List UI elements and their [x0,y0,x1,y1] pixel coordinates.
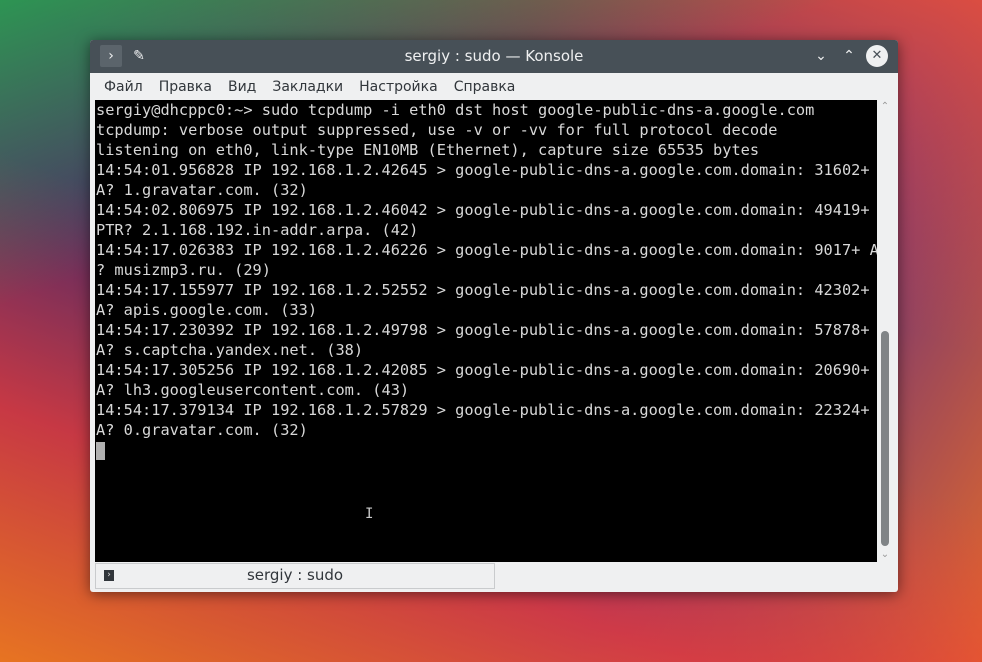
terminal-line: 14:54:17.155977 IP 192.168.1.2.52552 > g… [96,281,870,299]
terminal-line: listening on eth0, link-type EN10MB (Eth… [96,141,760,159]
menu-file[interactable]: Файл [96,79,151,95]
terminal-line: 14:54:02.806975 IP 192.168.1.2.46042 > g… [96,201,870,219]
menu-help[interactable]: Справка [446,79,524,95]
terminal-line: 14:54:01.956828 IP 192.168.1.2.42645 > g… [96,161,870,179]
terminal-output[interactable]: sergiy@dhcppc0:~> sudo tcpdump -i eth0 d… [95,100,877,562]
terminal-line: sergiy@dhcppc0:~> sudo tcpdump -i eth0 d… [96,101,815,119]
scrollbar[interactable]: ⌃ ⌄ [877,100,893,562]
terminal-line: ? musizmp3.ru. (29) [96,261,271,279]
title-bar[interactable]: › ✎ sergiy : sudo — Konsole ⌄ ⌃ ✕ [90,40,898,73]
scroll-down-icon[interactable]: ⌄ [877,548,893,562]
terminal-line: PTR? 2.1.168.192.in-addr.arpa. (42) [96,221,419,239]
tab-bar: › sergiy : sudo [95,562,893,589]
scrollbar-thumb[interactable] [881,331,889,546]
terminal-line: A? 0.gravatar.com. (32) [96,421,308,439]
menu-settings[interactable]: Настройка [351,79,446,95]
konsole-window: › ✎ sergiy : sudo — Konsole ⌄ ⌃ ✕ Файл П… [90,40,898,592]
terminal-line: 14:54:17.230392 IP 192.168.1.2.49798 > g… [96,321,870,339]
window-title: sergiy : sudo — Konsole [404,47,584,65]
minimize-button[interactable]: ⌄ [810,45,832,67]
terminal-line: A? s.captcha.yandex.net. (38) [96,341,364,359]
tab-session[interactable]: › sergiy : sudo [95,563,495,589]
terminal-line: 14:54:17.305256 IP 192.168.1.2.42085 > g… [96,361,870,379]
menu-edit[interactable]: Правка [151,79,220,95]
text-cursor-ibeam-icon: I [365,506,374,522]
terminal-line: 14:54:17.379134 IP 192.168.1.2.57829 > g… [96,401,870,419]
prompt-line [95,440,877,460]
terminal-line: A? apis.google.com. (33) [96,301,318,319]
tab-label: sergiy : sudo [246,566,344,584]
close-button[interactable]: ✕ [866,45,888,67]
menu-bookmarks[interactable]: Закладки [264,79,351,95]
menu-bar: Файл Правка Вид Закладки Настройка Справ… [90,73,898,100]
terminal-line: A? lh3.googleusercontent.com. (43) [96,381,410,399]
scroll-up-icon[interactable]: ⌃ [877,100,893,114]
maximize-button[interactable]: ⌃ [838,45,860,67]
terminal-cursor [96,441,105,460]
terminal-line: A? 1.gravatar.com. (32) [96,181,308,199]
terminal-line: 14:54:17.026383 IP 192.168.1.2.46226 > g… [96,241,877,259]
terminal-tab-icon: › [104,570,114,581]
terminal-line: tcpdump: verbose output suppressed, use … [96,121,778,139]
menu-view[interactable]: Вид [220,79,264,95]
